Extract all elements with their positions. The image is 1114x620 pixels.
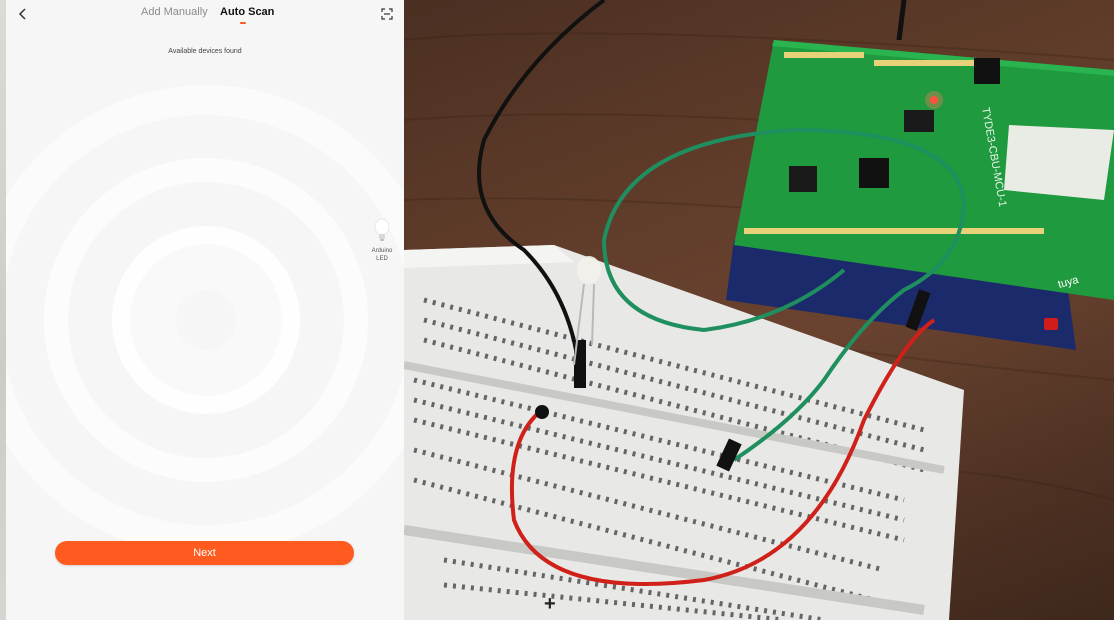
- breadboard-photo: TYDE3-CBU-MCU-1 tuya +: [404, 0, 1114, 620]
- device-name-line1: Arduino: [371, 248, 393, 254]
- camera-photo: TYDE3-CBU-MCU-1 tuya +: [404, 0, 1114, 620]
- svg-text:+: +: [544, 593, 556, 615]
- scan-status-text: Available devices found: [168, 48, 242, 55]
- scan-code-button[interactable]: [376, 3, 398, 25]
- tab-auto-scan[interactable]: Auto Scan: [220, 6, 274, 18]
- found-device-arduino-led[interactable]: Arduino LED: [366, 218, 398, 263]
- app-panel: Add Manually Auto Scan Available devices…: [6, 0, 404, 620]
- scan-icon: [381, 8, 393, 20]
- active-tab-indicator: [240, 22, 246, 24]
- device-name-line2: LED: [376, 256, 388, 262]
- top-bar: Add Manually Auto Scan: [6, 0, 404, 28]
- radar-animation: [6, 85, 404, 555]
- tab-add-manually[interactable]: Add Manually: [141, 6, 208, 18]
- next-button[interactable]: Next: [55, 541, 354, 565]
- chevron-left-icon: [18, 8, 26, 20]
- back-button[interactable]: [12, 3, 34, 25]
- light-bulb-icon: [374, 218, 390, 241]
